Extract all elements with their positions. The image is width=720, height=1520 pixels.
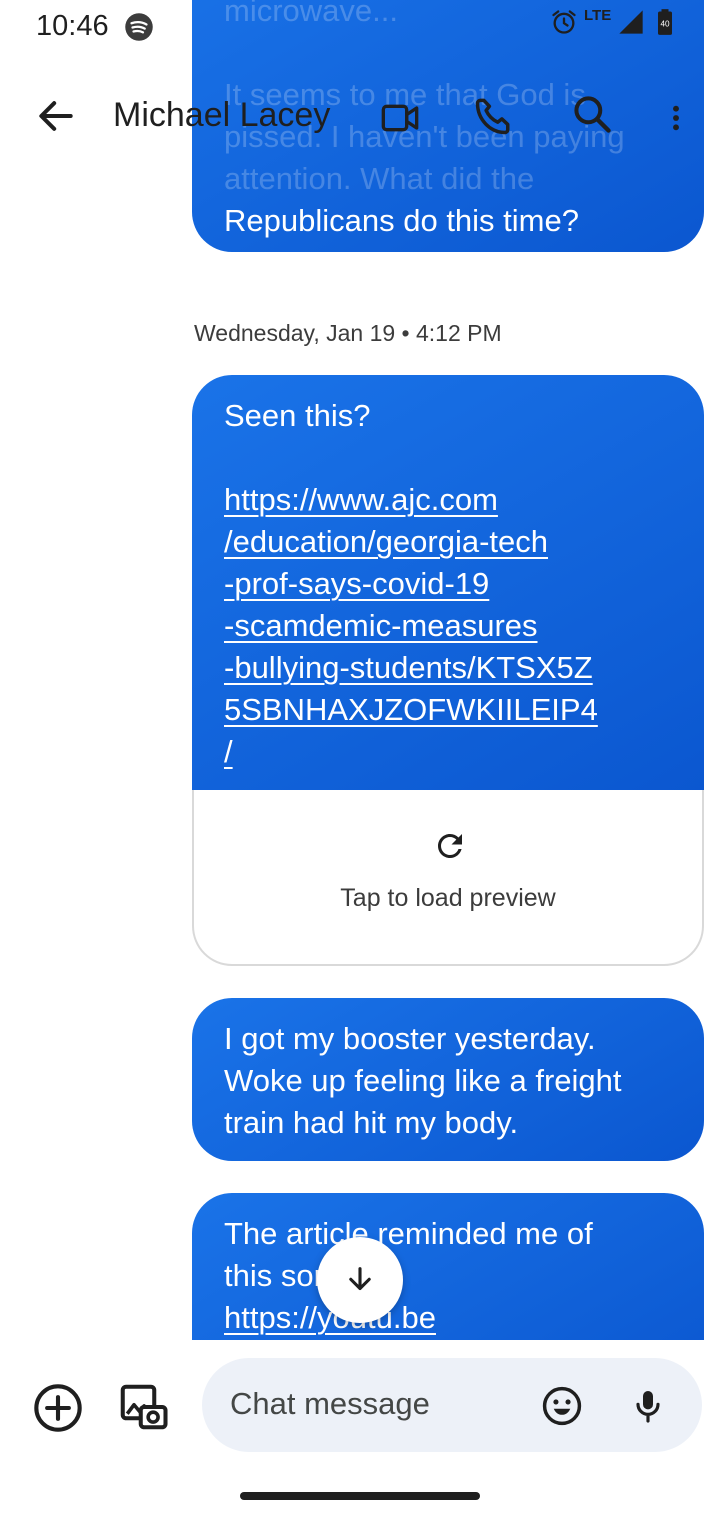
link-line: -bullying-students/KTSX5Z xyxy=(224,650,593,685)
contact-name[interactable]: Michael Lacey xyxy=(113,96,330,135)
scroll-to-bottom-button[interactable] xyxy=(317,1237,403,1323)
compose-bar xyxy=(0,1340,720,1460)
add-attachment-icon[interactable] xyxy=(32,1382,84,1434)
phone-icon[interactable] xyxy=(472,94,516,138)
message-bubble-link[interactable]: Seen this? https://www.ajc.com /educatio… xyxy=(192,375,704,791)
arrow-down-icon xyxy=(349,1267,371,1291)
gallery-camera-icon[interactable] xyxy=(116,1380,170,1434)
message-line: Woke up feeling like a freight xyxy=(224,1063,622,1098)
message-bubble-article[interactable]: The article reminded me of this song: ht… xyxy=(192,1193,704,1340)
link-line: 5SBNHAXJZOFWKIILEIP4 xyxy=(224,692,598,727)
link-line: https://www.ajc.com xyxy=(224,482,498,517)
message-link[interactable]: https://www.ajc.com /education/georgia-t… xyxy=(224,479,674,773)
search-icon[interactable] xyxy=(570,92,614,136)
app-bar: Michael Lacey xyxy=(0,56,720,180)
chat-message-input[interactable] xyxy=(230,1382,530,1426)
network-type: LTE xyxy=(584,6,612,24)
alarm-icon xyxy=(552,10,576,34)
battery-level: 40 xyxy=(661,20,671,29)
link-line: /education/georgia-tech xyxy=(224,524,549,559)
message-line: I got my booster yesterday. xyxy=(224,1021,596,1056)
message-line: Republicans do this time? xyxy=(224,203,579,238)
link-line: / xyxy=(224,734,233,769)
back-arrow-icon[interactable] xyxy=(34,94,78,138)
conversation[interactable]: microwave... It seems to me that God is … xyxy=(0,0,720,1340)
signal-icon xyxy=(619,10,643,34)
status-bar: 10:46 LTE 40 xyxy=(0,0,720,56)
message-line: The article reminded me of xyxy=(224,1216,593,1251)
message-text: Seen this? xyxy=(224,398,371,433)
microphone-icon[interactable] xyxy=(628,1384,668,1428)
date-separator: Wednesday, Jan 19 • 4:12 PM xyxy=(194,320,502,346)
message-line: this song: xyxy=(224,1258,357,1293)
video-call-icon[interactable] xyxy=(378,98,422,138)
gesture-nav-handle[interactable] xyxy=(240,1492,480,1500)
link-line: -prof-says-covid-19 xyxy=(224,566,490,601)
message-line: train had hit my body. xyxy=(224,1105,519,1140)
status-time: 10:46 xyxy=(36,10,117,43)
spotify-icon xyxy=(125,13,153,41)
more-vert-icon[interactable] xyxy=(660,96,692,140)
link-preview-card[interactable]: Tap to load preview xyxy=(192,790,704,966)
message-input-container xyxy=(202,1358,702,1452)
battery-icon: 40 xyxy=(658,9,673,35)
emoji-icon[interactable] xyxy=(540,1384,584,1428)
message-bubble-booster[interactable]: I got my booster yesterday. Woke up feel… xyxy=(192,998,704,1161)
link-line: -scamdemic-measures xyxy=(224,608,538,643)
refresh-icon xyxy=(438,834,462,858)
preview-label: Tap to load preview xyxy=(340,884,556,912)
